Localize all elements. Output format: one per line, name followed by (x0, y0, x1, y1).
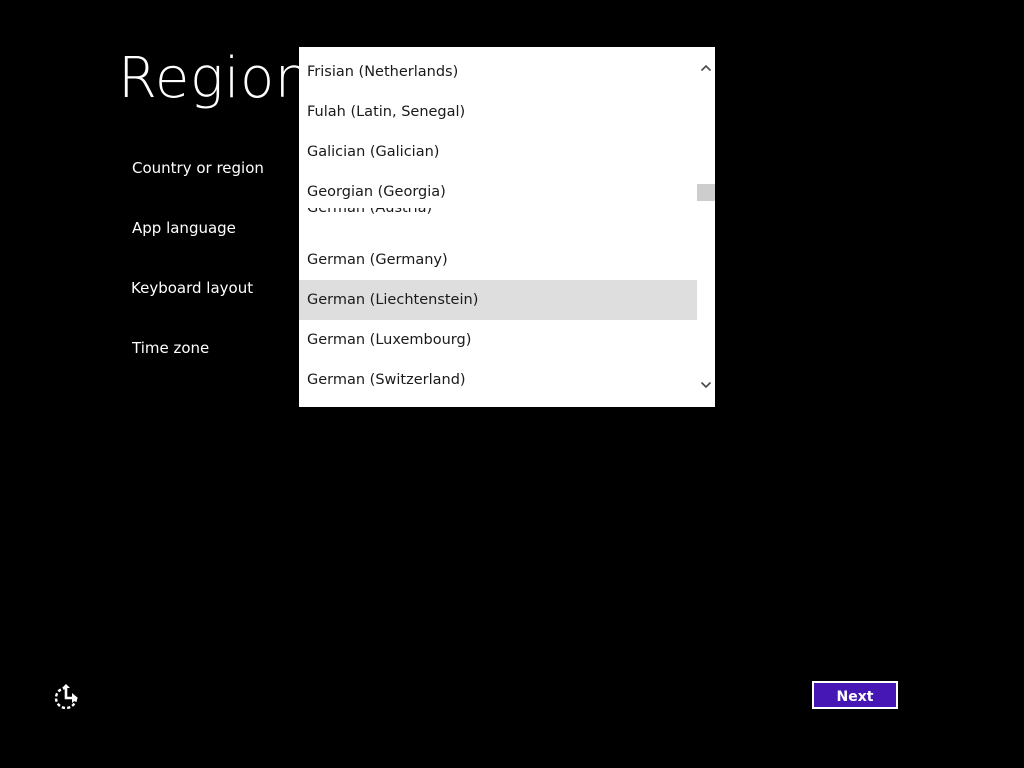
list-item[interactable]: Frisian (Netherlands) (299, 52, 697, 92)
list-item[interactable]: Galician (Galician) (299, 132, 697, 172)
list-items-lower: German (Germany) German (Liechtenstein) … (299, 240, 697, 400)
keyboard-layout-label: Keyboard layout (131, 279, 254, 297)
page-title: Region (118, 46, 311, 111)
list-item[interactable]: German (Luxembourg) (299, 320, 697, 360)
list-item-selected[interactable]: German (Liechtenstein) (299, 280, 697, 320)
list-item[interactable]: German (Switzerland) (299, 360, 697, 400)
list-item-partial-wrapper: German (Austria) (299, 208, 697, 222)
list-items-upper: Frisian (Netherlands) Fulah (Latin, Sene… (299, 52, 697, 212)
chevron-up-icon[interactable] (697, 59, 715, 77)
time-zone-label: Time zone (132, 339, 210, 357)
ease-of-access-icon[interactable] (52, 684, 80, 712)
country-region-label: Country or region (132, 159, 264, 177)
setup-page: Region Country or region App language Ke… (0, 0, 1024, 768)
app-language-label: App language (132, 219, 236, 237)
list-item[interactable]: German (Austria) (299, 208, 697, 222)
list-item[interactable]: Georgian (Georgia) (299, 172, 697, 212)
list-item[interactable]: Fulah (Latin, Senegal) (299, 92, 697, 132)
next-button[interactable]: Next (812, 681, 898, 709)
country-region-dropdown-list[interactable]: Frisian (Netherlands) Fulah (Latin, Sene… (299, 47, 715, 407)
list-item[interactable]: German (Germany) (299, 240, 697, 280)
chevron-down-icon[interactable] (697, 376, 715, 394)
list-scrollbar[interactable] (697, 47, 715, 407)
scroll-thumb[interactable] (697, 184, 715, 201)
list-viewport: Frisian (Netherlands) Fulah (Latin, Sene… (299, 47, 697, 407)
